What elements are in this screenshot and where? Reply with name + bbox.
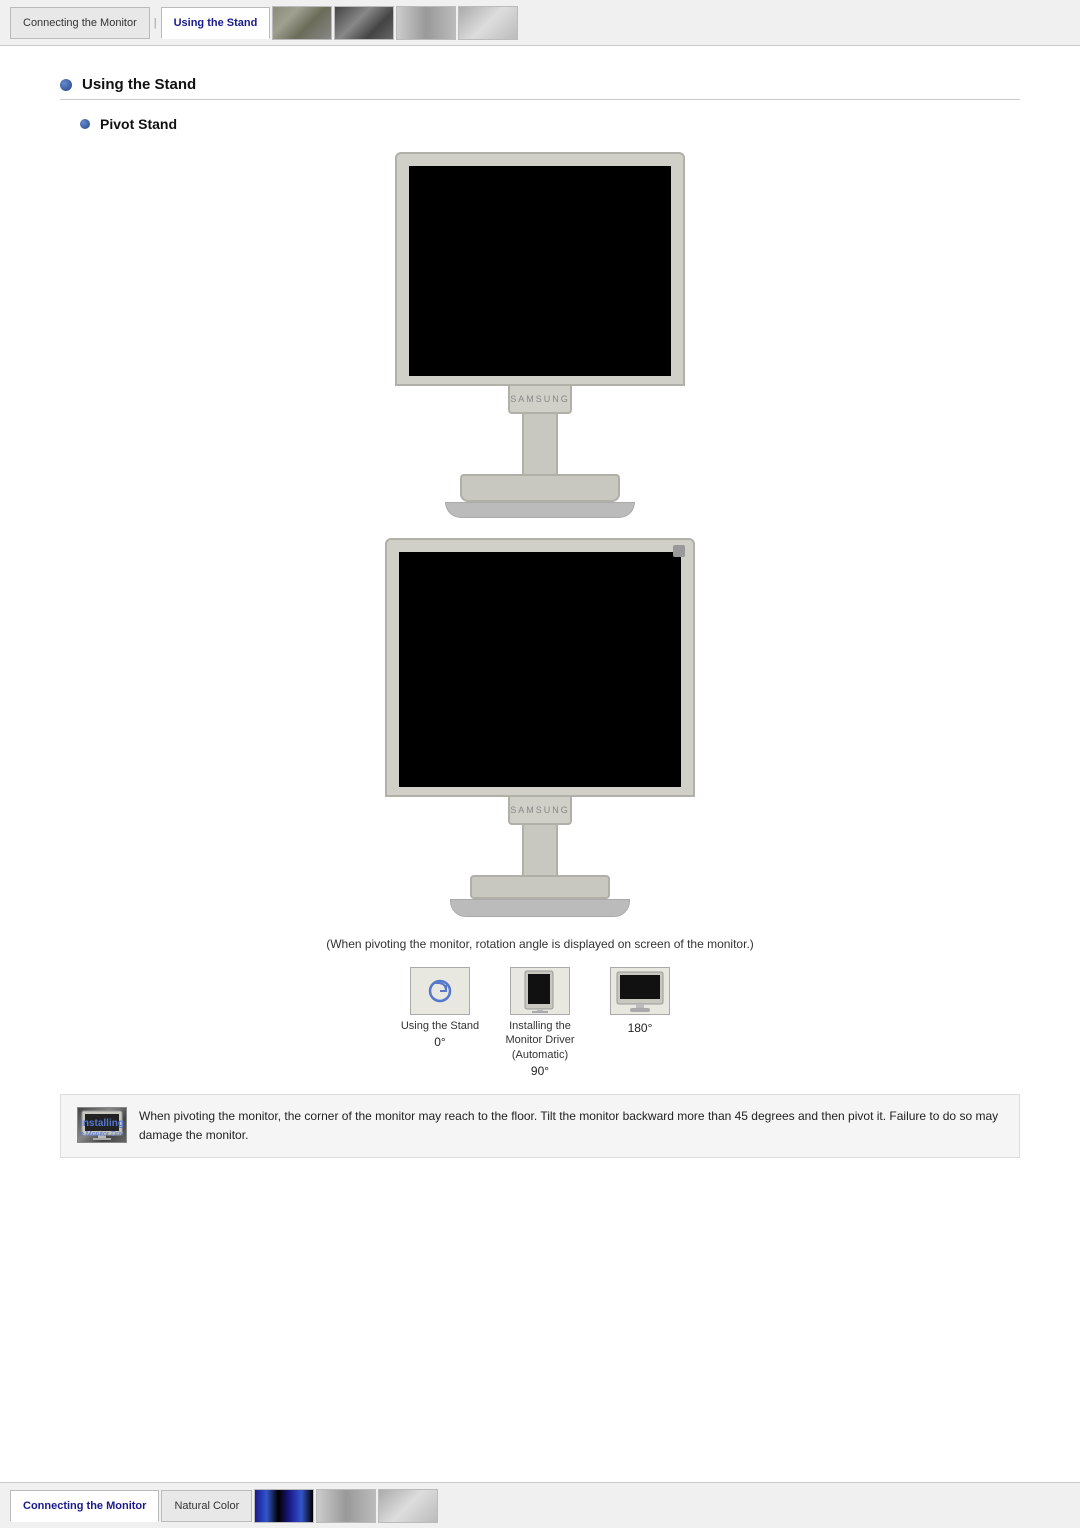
rotation-item-180: 180° xyxy=(590,967,690,1035)
warning-text: When pivoting the monitor, the corner of… xyxy=(139,1107,1003,1145)
sub-section-title: Pivot Stand xyxy=(100,116,177,132)
section-header: Using the Stand xyxy=(60,76,1020,93)
nav-thumbnail-4[interactable] xyxy=(458,6,518,40)
section-divider xyxy=(60,99,1020,100)
rotation-thumb-180 xyxy=(610,967,670,1015)
rotation-angle-180: 180° xyxy=(628,1021,653,1035)
nav-thumbnail-3[interactable] xyxy=(396,6,456,40)
bottom-nav-thumbnail-1[interactable] xyxy=(254,1489,314,1523)
monitor-bezel-2 xyxy=(385,538,695,797)
svg-text:Installing: Installing xyxy=(80,1118,124,1129)
bottom-tab-connecting-monitor-label: Connecting the Monitor xyxy=(23,1500,146,1512)
rotation-item-0: Using the Stand 0° xyxy=(390,967,490,1049)
rotation-label-90[interactable]: Installing the Monitor Driver(Automatic) xyxy=(490,1019,590,1062)
monitor-brand-1: SAMSUNG xyxy=(510,394,570,404)
corner-marker xyxy=(673,545,685,557)
tab-separator: | xyxy=(152,17,159,29)
top-nav-bar: Connecting the Monitor | Using the Stand xyxy=(0,0,1080,46)
monitor-image-2: SAMSUNG xyxy=(385,538,695,917)
bottom-nav-bar: Connecting the Monitor Natural Color xyxy=(0,1482,1080,1528)
bottom-tab-natural-color-label: Natural Color xyxy=(174,1500,239,1512)
monitor-stand-foot-2 xyxy=(450,899,630,917)
section-bullet xyxy=(60,79,72,91)
svg-text:the Monitor Driver: the Monitor Driver xyxy=(80,1131,124,1138)
sub-section-bullet xyxy=(80,119,90,129)
monitor-stand-neck-2 xyxy=(522,825,558,875)
pivot-caption: (When pivoting the monitor, rotation ang… xyxy=(60,937,1020,951)
bottom-tab-natural-color[interactable]: Natural Color xyxy=(161,1490,252,1522)
monitor-bezel-bottom-2: SAMSUNG xyxy=(508,797,572,825)
rotation-angle-90: 90° xyxy=(531,1064,549,1078)
rotation-thumb-90 xyxy=(510,967,570,1015)
monitor-image-1: SAMSUNG xyxy=(395,152,685,518)
rotation-label-0[interactable]: Using the Stand xyxy=(401,1019,479,1033)
bottom-tab-connecting-monitor[interactable]: Connecting the Monitor xyxy=(10,1490,159,1522)
bottom-nav-thumbnail-2[interactable] xyxy=(316,1489,376,1523)
warning-icon: Installing the Monitor Driver xyxy=(77,1107,127,1143)
rotation-item-90: Installing the Monitor Driver(Automatic)… xyxy=(490,967,590,1078)
tab-using-stand-label: Using the Stand xyxy=(174,17,258,29)
monitor-brand-2: SAMSUNG xyxy=(510,805,570,815)
monitor-image-1-container: SAMSUNG xyxy=(60,152,1020,518)
monitor-stand-base-1 xyxy=(460,474,620,502)
rotation-thumb-0 xyxy=(410,967,470,1015)
main-content: Using the Stand Pivot Stand SAMSUNG xyxy=(0,46,1080,1198)
monitor-image-2-container: SAMSUNG xyxy=(60,538,1020,917)
monitor-bezel-1 xyxy=(395,152,685,386)
tab-connecting-monitor[interactable]: Connecting the Monitor xyxy=(10,7,150,39)
monitor-stand-neck-1 xyxy=(522,414,558,474)
warning-box: Installing the Monitor Driver When pivot… xyxy=(60,1094,1020,1158)
monitor-stand-foot-1 xyxy=(445,502,635,518)
bottom-nav-thumbnail-3[interactable] xyxy=(378,1489,438,1523)
monitor-stand-base-2 xyxy=(470,875,610,899)
monitor-screen-2 xyxy=(399,552,681,787)
rotation-diagram: Using the Stand 0° Installing the Monito… xyxy=(60,967,1020,1078)
rotation-angle-0: 0° xyxy=(434,1035,445,1049)
tab-connecting-monitor-label: Connecting the Monitor xyxy=(23,17,137,29)
nav-thumbnail-2[interactable] xyxy=(334,6,394,40)
monitor-screen-1 xyxy=(409,166,671,376)
tab-using-stand[interactable]: Using the Stand xyxy=(161,7,271,39)
nav-thumbnail-1[interactable] xyxy=(272,6,332,40)
section-title: Using the Stand xyxy=(82,76,196,93)
monitor-bezel-bottom-1: SAMSUNG xyxy=(508,386,572,414)
sub-section-header: Pivot Stand xyxy=(80,116,1020,132)
